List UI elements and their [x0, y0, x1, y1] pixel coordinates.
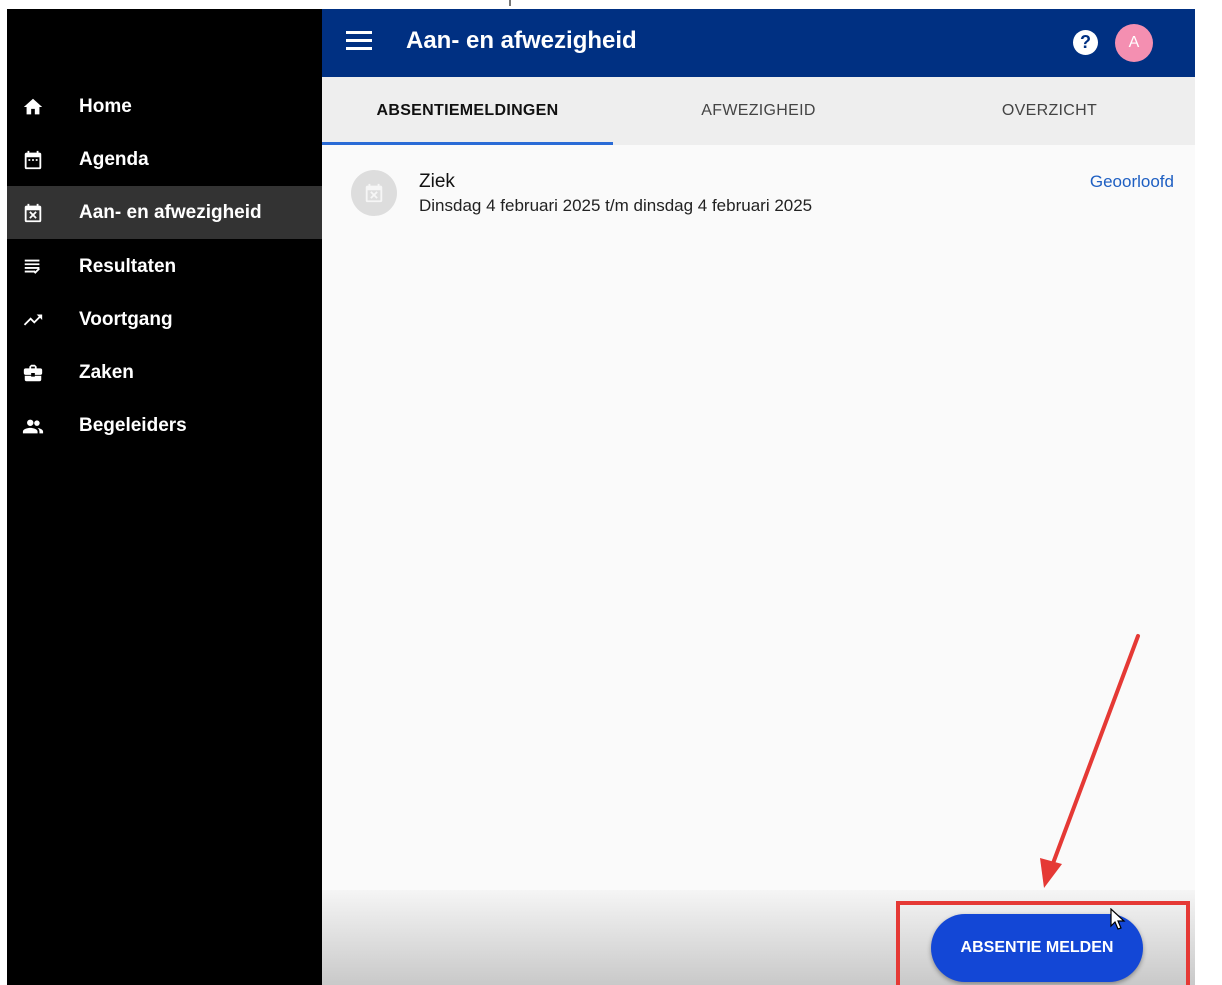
mouse-cursor-icon [1110, 908, 1126, 930]
sidebar-item-resultaten[interactable]: Resultaten [7, 240, 322, 293]
sidebar-item-agenda[interactable]: Agenda [7, 133, 322, 186]
avatar[interactable]: A [1115, 24, 1153, 62]
top-strip [0, 0, 1222, 9]
tab-absentiemeldingen[interactable]: ABSENTIEMELDINGEN [322, 77, 613, 145]
briefcase-icon [21, 361, 45, 385]
status-badge: Geoorloofd [1089, 172, 1174, 191]
results-list-icon [21, 255, 45, 279]
trending-up-icon [21, 308, 45, 332]
sidebar-item-aan-en-afwezigheid[interactable]: Aan- en afwezigheid [7, 186, 322, 239]
home-icon [21, 95, 45, 119]
sidebar-item-home[interactable]: Home [7, 80, 322, 133]
absence-title: Ziek [419, 171, 455, 192]
sidebar-item-label: Resultaten [79, 255, 177, 277]
sidebar-item-begeleiders[interactable]: Begeleiders [7, 399, 322, 452]
annotation-arrow [1040, 634, 1140, 888]
sidebar-item-voortgang[interactable]: Voortgang [7, 293, 322, 346]
sidebar-item-label: Begeleiders [79, 414, 187, 436]
people-icon [21, 414, 45, 438]
calendar-x-icon [351, 170, 397, 216]
sidebar-item-zaken[interactable]: Zaken [7, 346, 322, 399]
absence-period: Dinsdag 4 februari 2025 t/m dinsdag 4 fe… [419, 196, 813, 215]
sidebar-item-label: Zaken [79, 361, 134, 383]
tab-overzicht[interactable]: OVERZICHT [904, 77, 1195, 145]
calendar-x-icon [21, 201, 45, 225]
app-bar: Aan- en afwezigheid ? A [322, 9, 1195, 77]
calendar-icon [21, 148, 45, 172]
sidebar-item-label: Home [79, 95, 132, 117]
tab-afwezigheid[interactable]: AFWEZIGHEID [613, 77, 904, 145]
page-title: Aan- en afwezigheid [406, 27, 637, 54]
sidebar-item-label: Agenda [79, 148, 149, 170]
highlight-box [896, 901, 1190, 985]
sidebar: Home Agenda Aan- en afwezigheid Resultat… [7, 9, 322, 985]
right-strip [1195, 9, 1222, 985]
help-icon[interactable]: ? [1073, 30, 1098, 55]
list-item[interactable]: Ziek Dinsdag 4 februari 2025 t/m dinsdag… [322, 159, 1195, 229]
sidebar-item-label: Aan- en afwezigheid [79, 201, 262, 223]
top-mark [509, 0, 511, 6]
sidebar-item-label: Voortgang [79, 308, 173, 330]
hamburger-menu-icon[interactable] [346, 31, 376, 55]
tab-bar: ABSENTIEMELDINGEN AFWEZIGHEID OVERZICHT [322, 77, 1195, 145]
